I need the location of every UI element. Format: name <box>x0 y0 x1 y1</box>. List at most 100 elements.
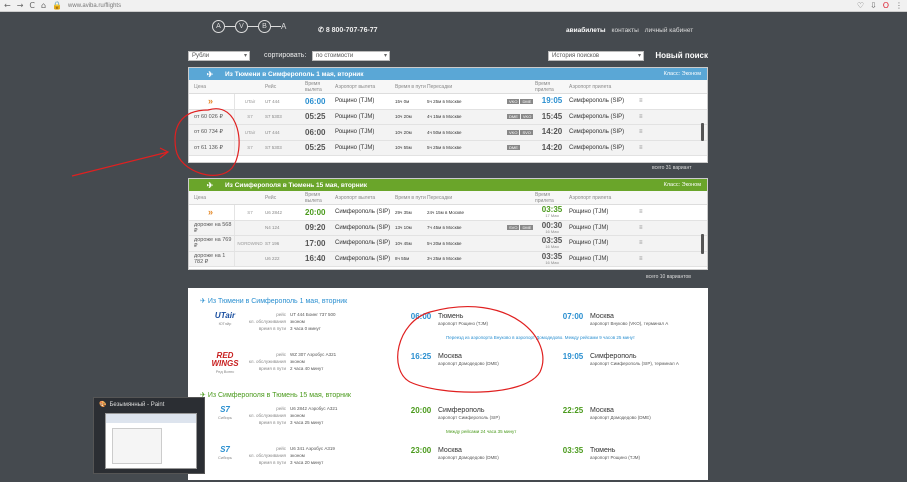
price-cell[interactable]: » <box>189 205 235 220</box>
flight-row[interactable]: от 60 734 ₽ UTair UT 444 06:00 Рощино (TJM) 1… <box>189 125 707 141</box>
leg-dep-time: 16:25 <box>410 352 432 361</box>
col-transfers: Пересадки <box>427 194 453 201</box>
scrollbar[interactable] <box>701 123 704 141</box>
address-bar[interactable]: www.aviba.ru/flights <box>68 3 851 9</box>
airport-badge: SVO <box>507 225 520 231</box>
info-icon[interactable]: ≡ <box>639 98 651 104</box>
duration: 15ч 0м <box>395 98 410 104</box>
info-icon[interactable]: ≡ <box>639 240 651 246</box>
flight-row[interactable]: » UTair UT 444 06:00 Рощино (TJM) 15ч 0м 5ч 25… <box>189 94 707 110</box>
col-dep-apt: Аэропорт вылета <box>335 83 376 90</box>
taskbar-preview-paint[interactable]: 🎨 Безымянный - Paint <box>93 397 205 474</box>
new-search-button[interactable]: Новый поиск <box>655 51 708 60</box>
download-icon[interactable]: ⇩ <box>870 1 877 10</box>
info-icon[interactable]: ≡ <box>639 114 651 120</box>
price-cell[interactable]: » <box>189 94 235 109</box>
home-button[interactable]: ⌂ <box>41 1 46 10</box>
airport-badge: DME <box>507 145 520 151</box>
airport-badges: VKO SVO <box>507 129 535 135</box>
leg-labels: рейс кл. обслуживания время в пути <box>248 406 290 427</box>
nav-tickets[interactable]: авиабилеты <box>566 27 606 34</box>
arrival-airport: Рощино (TJM) <box>569 209 609 216</box>
phone-icon: ✆ <box>318 27 326 34</box>
annotation-arrow-head <box>159 147 170 159</box>
leg-arr-time: 22:25 <box>562 406 584 415</box>
airline-logo: UTair <box>244 98 256 104</box>
leg-labels: рейс кл. обслуживания время в пути <box>248 446 290 467</box>
flight-number: U6 2842 <box>265 209 283 215</box>
leg-class: эконом <box>290 318 305 324</box>
leg-from-airport: аэропорт Домодедово (DME) <box>438 455 499 461</box>
arrival-time-value: 15:45 <box>541 111 563 121</box>
info-icon[interactable]: ≡ <box>639 225 651 231</box>
price-cell[interactable]: дороже на 769 ₽ <box>189 236 235 251</box>
price-cell[interactable]: от 61 136 ₽ <box>189 140 235 155</box>
arrival-airport: Рощино (TJM) <box>569 255 609 262</box>
site-logo[interactable]: A V B A <box>212 20 286 33</box>
flight-row[interactable]: от 60 026 ₽ S7 S7 5303 05:25 Рощино (TJM) 10ч… <box>189 109 707 125</box>
sort-select[interactable]: по стоимости <box>312 51 390 61</box>
logo-line <box>248 26 258 27</box>
col-dep-apt: Аэропорт вылета <box>335 194 376 201</box>
menu-icon[interactable]: ⋮ <box>895 1 903 10</box>
phone-number[interactable]: ✆ 8 800-707-76-77 <box>318 26 378 34</box>
price-cell[interactable]: дороже на 1 782 ₽ <box>189 251 235 266</box>
flight-row[interactable]: дороже на 769 ₽ NORDWIND S7 196 17:00 Симфер… <box>189 236 707 252</box>
flight-row[interactable]: от 61 136 ₽ S7 S7 5303 05:25 Рощино (TJM) 10ч… <box>189 140 707 156</box>
flight-row[interactable]: » S7 U6 2842 20:00 Симферополь (SIP) 29ч 35м 2… <box>189 205 707 221</box>
leg-flight: U6 341 Аэробус A319 <box>290 446 335 451</box>
price-cell[interactable]: дороже на 568 ₽ <box>189 220 235 235</box>
price-cell[interactable]: от 60 026 ₽ <box>189 109 235 124</box>
arrival-time: 03:35 16 Мая <box>535 237 569 249</box>
flight-number: S7 196 <box>265 240 280 246</box>
forward-button[interactable]: → <box>17 1 24 10</box>
info-icon[interactable]: ≡ <box>639 129 651 135</box>
price-cell[interactable]: от 60 734 ₽ <box>189 125 235 140</box>
flight-row[interactable]: дороже на 568 ₽ N4 124 09:20 Симферополь (S… <box>189 220 707 236</box>
info-icon[interactable]: ≡ <box>639 256 651 262</box>
info-icon[interactable]: ≡ <box>639 145 651 151</box>
outbound-details-title-text: Из Тюмени в Симферополь 1 мая, вторник <box>207 297 348 305</box>
nav-contacts[interactable]: контакты <box>612 27 639 34</box>
nav-account[interactable]: личный кабинет <box>645 27 693 34</box>
opera-icon[interactable]: O <box>883 1 889 10</box>
airline-logo-text: S7 <box>220 405 230 414</box>
leg-to-airport: аэропорт Домодедово (DME) <box>590 415 651 421</box>
transfer-info: 3ч 25м в Москве <box>427 256 462 262</box>
plane-icon: ✈ <box>206 69 214 79</box>
leg-row: S7 Сибирь рейс кл. обслуживания время в пути… <box>188 442 708 482</box>
airport-badge: DME <box>520 98 534 104</box>
arrival-airport: Симферополь (SIP) <box>569 98 625 105</box>
airline-logo-text: S7 <box>220 445 230 454</box>
duration: 13ч 10м <box>395 225 412 231</box>
reload-button[interactable]: C <box>29 1 35 10</box>
airline-name: Сибирь <box>218 415 232 420</box>
duration: 29ч 35м <box>395 209 412 215</box>
scrollbar[interactable] <box>701 234 704 254</box>
leg-class: эконом <box>290 358 305 364</box>
flight-details: ✈ Из Тюмени в Симферополь 1 мая, вторник… <box>188 288 708 480</box>
plane-icon: ✈ <box>200 298 208 305</box>
heart-icon[interactable]: ♡ <box>857 1 864 10</box>
leg-from-city: Москва <box>438 353 462 360</box>
airport-badge: VKO <box>520 114 534 120</box>
info-icon[interactable]: ≡ <box>639 209 651 215</box>
arrival-airport: Симферополь (SIP) <box>569 113 625 120</box>
flight-row[interactable]: дороже на 1 782 ₽ U6 222 16:40 Симферополь … <box>189 251 707 267</box>
departure-time: 05:25 <box>305 143 326 153</box>
departure-time: 16:40 <box>305 254 326 264</box>
leg-to-airport: аэропорт Внуково (VKO), терминал А <box>590 321 669 327</box>
search-history-select[interactable]: История поисков <box>548 51 644 61</box>
airline-logo: S7 Сибирь <box>202 446 248 460</box>
departure-time: 20:00 <box>305 207 326 217</box>
price: от 61 136 ₽ <box>194 144 223 151</box>
annotation-arrow-line <box>71 151 169 177</box>
label-class: кл. обслуживания <box>248 452 286 458</box>
leg-class: эконом <box>290 412 305 418</box>
departure-airport: Симферополь (SIP) <box>335 209 391 216</box>
outbound-details-title: ✈ Из Тюмени в Симферополь 1 мая, вторник <box>188 294 708 308</box>
currency-select[interactable]: Рубли <box>188 51 250 61</box>
arrival-airport: Рощино (TJM) <box>569 240 609 247</box>
back-button[interactable]: ← <box>4 1 11 10</box>
return-details-title: ✈ Из Симферополя в Тюмень 15 мая, вторни… <box>188 388 708 402</box>
